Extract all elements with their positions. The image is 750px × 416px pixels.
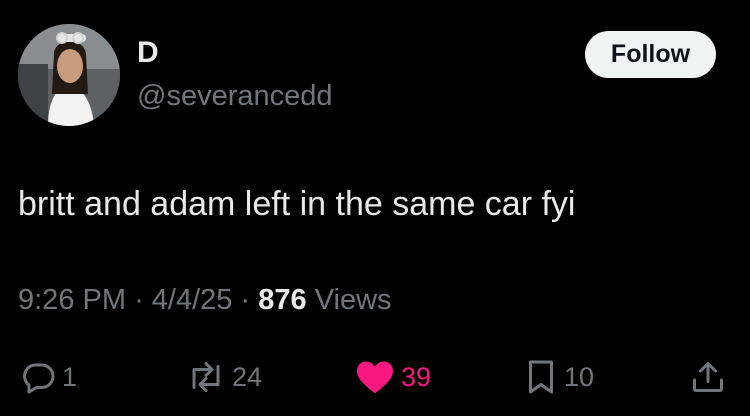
tweet-meta: 9:26 PM · 4/4/25 · 876 Views — [18, 283, 392, 318]
repost-button[interactable]: 24 — [186, 357, 262, 397]
share-icon — [693, 362, 723, 392]
bookmark-count: 10 — [564, 361, 595, 392]
repost-icon — [192, 362, 220, 392]
reply-button[interactable]: 1 — [20, 357, 77, 397]
tweet-text: britt and adam left in the same car fyi — [18, 185, 576, 223]
reply-icon — [23, 363, 55, 394]
heart-icon — [357, 361, 393, 394]
views-label: Views — [314, 284, 392, 316]
like-count: 39 — [401, 361, 432, 392]
avatar[interactable] — [18, 24, 120, 126]
tweet-time[interactable]: 9:26 PM — [18, 284, 126, 316]
action-bar: 1 24 39 10 — [0, 357, 750, 397]
views-count: 876 — [258, 284, 307, 316]
like-button[interactable]: 39 — [355, 357, 431, 397]
author-handle[interactable]: @severancedd — [137, 82, 333, 111]
tweet-date[interactable]: 4/4/25 — [152, 284, 233, 316]
repost-count: 24 — [232, 361, 263, 392]
bookmark-icon — [529, 360, 553, 394]
meta-separator: · — [240, 284, 251, 316]
follow-button[interactable]: Follow — [585, 31, 716, 78]
share-button[interactable] — [690, 357, 726, 397]
reply-count: 1 — [62, 361, 78, 392]
bookmark-button[interactable]: 10 — [524, 357, 594, 397]
author-display-name[interactable]: D — [137, 38, 159, 68]
meta-separator: · — [134, 284, 144, 316]
